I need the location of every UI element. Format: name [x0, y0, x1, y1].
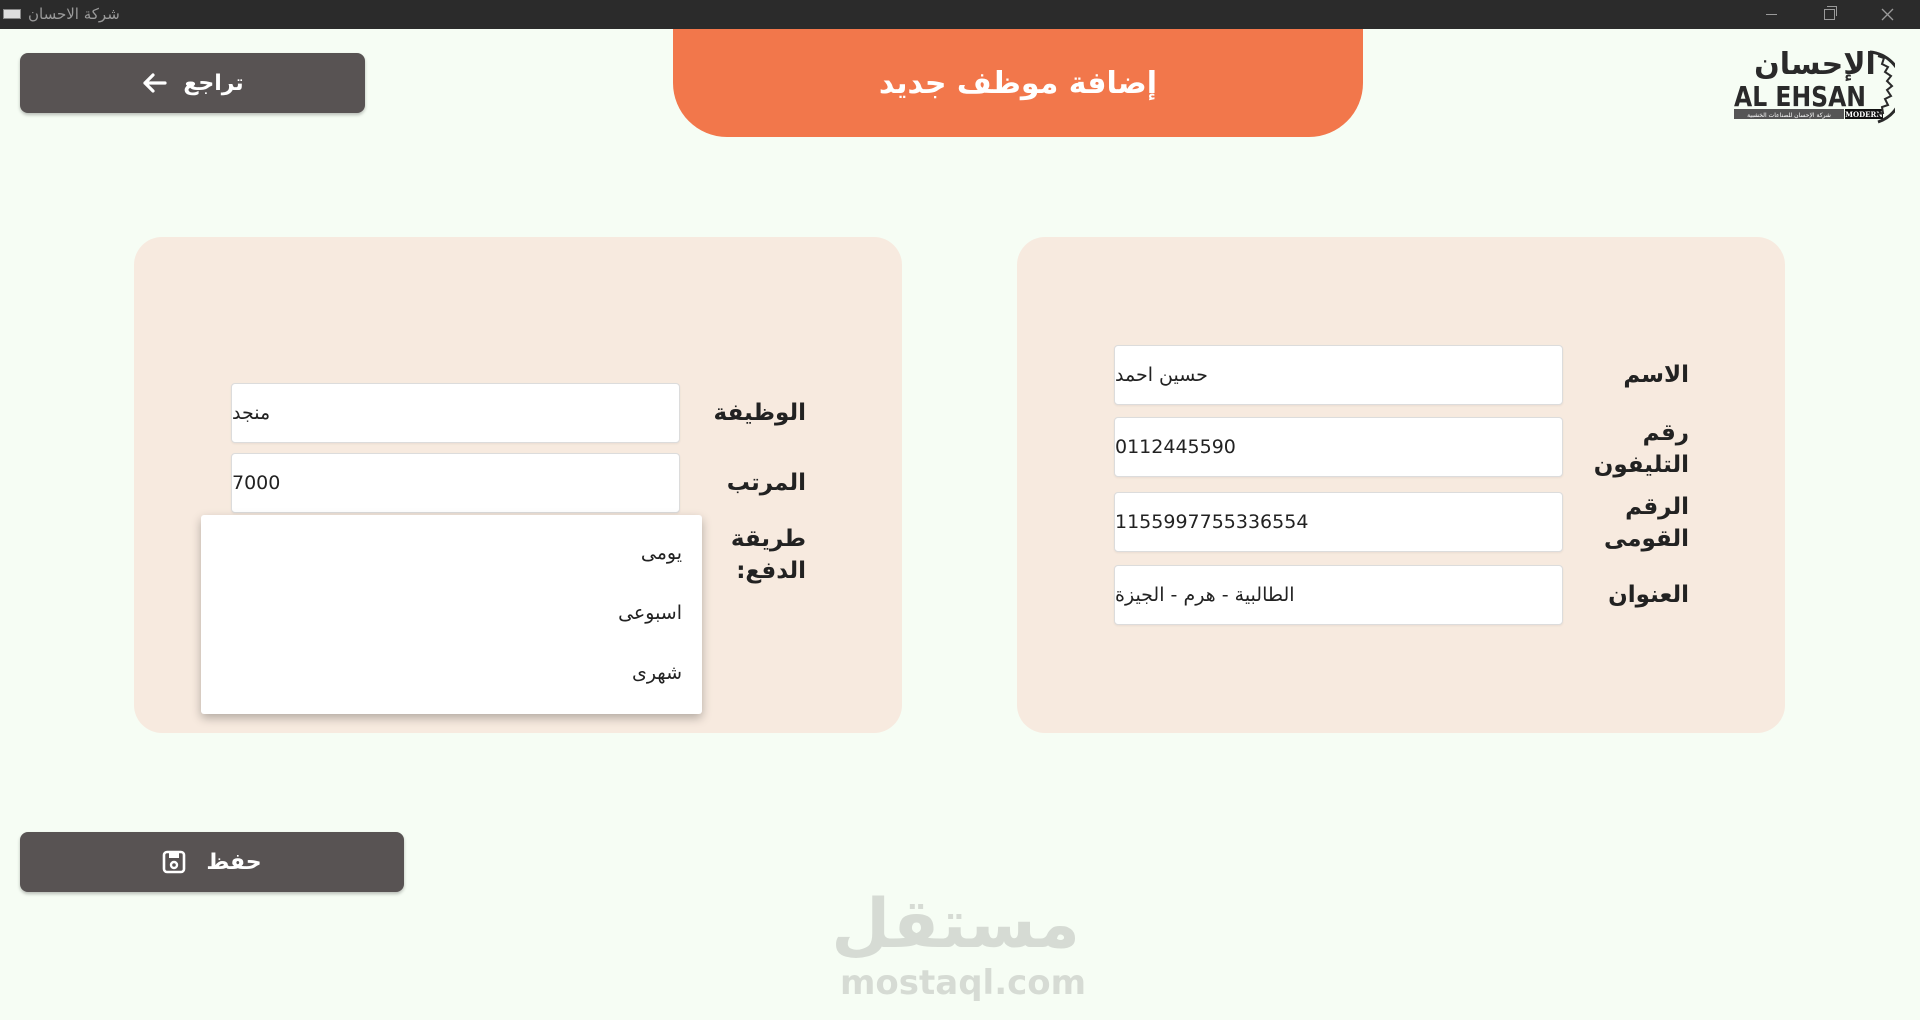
save-button[interactable]: حفظ — [20, 832, 404, 892]
payment-option-weekly[interactable]: اسبوعى — [618, 602, 682, 624]
name-field[interactable]: حسين احمد — [1114, 345, 1563, 405]
salary-value: 7000 — [232, 472, 281, 494]
logo-latin: AL EHSAN — [1734, 80, 1866, 113]
phone-value: 0112445590 — [1115, 436, 1236, 458]
arrow-left-icon — [143, 73, 167, 93]
save-button-label: حفظ — [206, 849, 262, 875]
logo-arabic: الإحسان — [1754, 47, 1876, 82]
payment-method-label: طريقة الدفع: — [730, 526, 806, 584]
phone-label: رقم التليفون — [1593, 420, 1689, 478]
address-field[interactable]: الطالبية - هرم - الجيزة — [1114, 565, 1563, 625]
close-icon — [1881, 8, 1893, 21]
page-title-banner: إضافة موظف جديد — [673, 29, 1363, 137]
payment-option-daily[interactable]: يومى — [641, 542, 682, 564]
national-id-field[interactable]: 1155997755336554 — [1114, 492, 1563, 552]
name-label: الاسم — [1623, 362, 1689, 388]
job-title-label: الوظيفة — [713, 400, 807, 426]
page-title: إضافة موظف جديد — [878, 65, 1158, 101]
address-label: العنوان — [1608, 582, 1689, 608]
salary-label: المرتب — [726, 470, 806, 496]
payment-option-monthly[interactable]: شهرى — [632, 662, 682, 684]
company-logo: الإحسان AL EHSAN شركة الإحسان للصناعات ا… — [1734, 47, 1895, 124]
personal-info-card: حسين احمد الاسم 0112445590 رقم التليفون … — [1017, 237, 1785, 733]
back-button-label: تراجع — [183, 70, 244, 96]
watermark: مستقل mostaql.com — [831, 885, 1087, 1003]
window-titlebar: شركة الاحسان — [0, 0, 1920, 29]
minimize-button[interactable] — [1742, 0, 1800, 29]
app-icon — [3, 9, 21, 19]
maximize-button[interactable] — [1800, 0, 1858, 29]
national-id-label: الرقم القومى — [1603, 494, 1689, 552]
name-value: حسين احمد — [1115, 364, 1208, 386]
save-icon — [163, 850, 186, 874]
job-title-field[interactable]: منجد — [231, 383, 680, 443]
minimize-icon — [1765, 14, 1777, 15]
job-title-value: منجد — [232, 402, 271, 424]
close-button[interactable] — [1858, 0, 1916, 29]
national-id-value: 1155997755336554 — [1115, 511, 1309, 533]
logo-tagline: شركة الإحسان للصناعات الخشبية — [1747, 112, 1831, 119]
address-value: الطالبية - هرم - الجيزة — [1115, 584, 1295, 606]
back-button[interactable]: تراجع — [20, 53, 365, 113]
payment-method-dropdown[interactable]: يومى اسبوعى شهرى — [201, 515, 702, 714]
phone-field[interactable]: 0112445590 — [1114, 417, 1563, 477]
window-title: شركة الاحسان — [28, 5, 120, 23]
watermark-arabic: مستقل — [831, 885, 1080, 964]
salary-field[interactable]: 7000 — [231, 453, 680, 513]
restore-icon — [1823, 6, 1837, 20]
watermark-latin: mostaql.com — [840, 963, 1087, 1003]
